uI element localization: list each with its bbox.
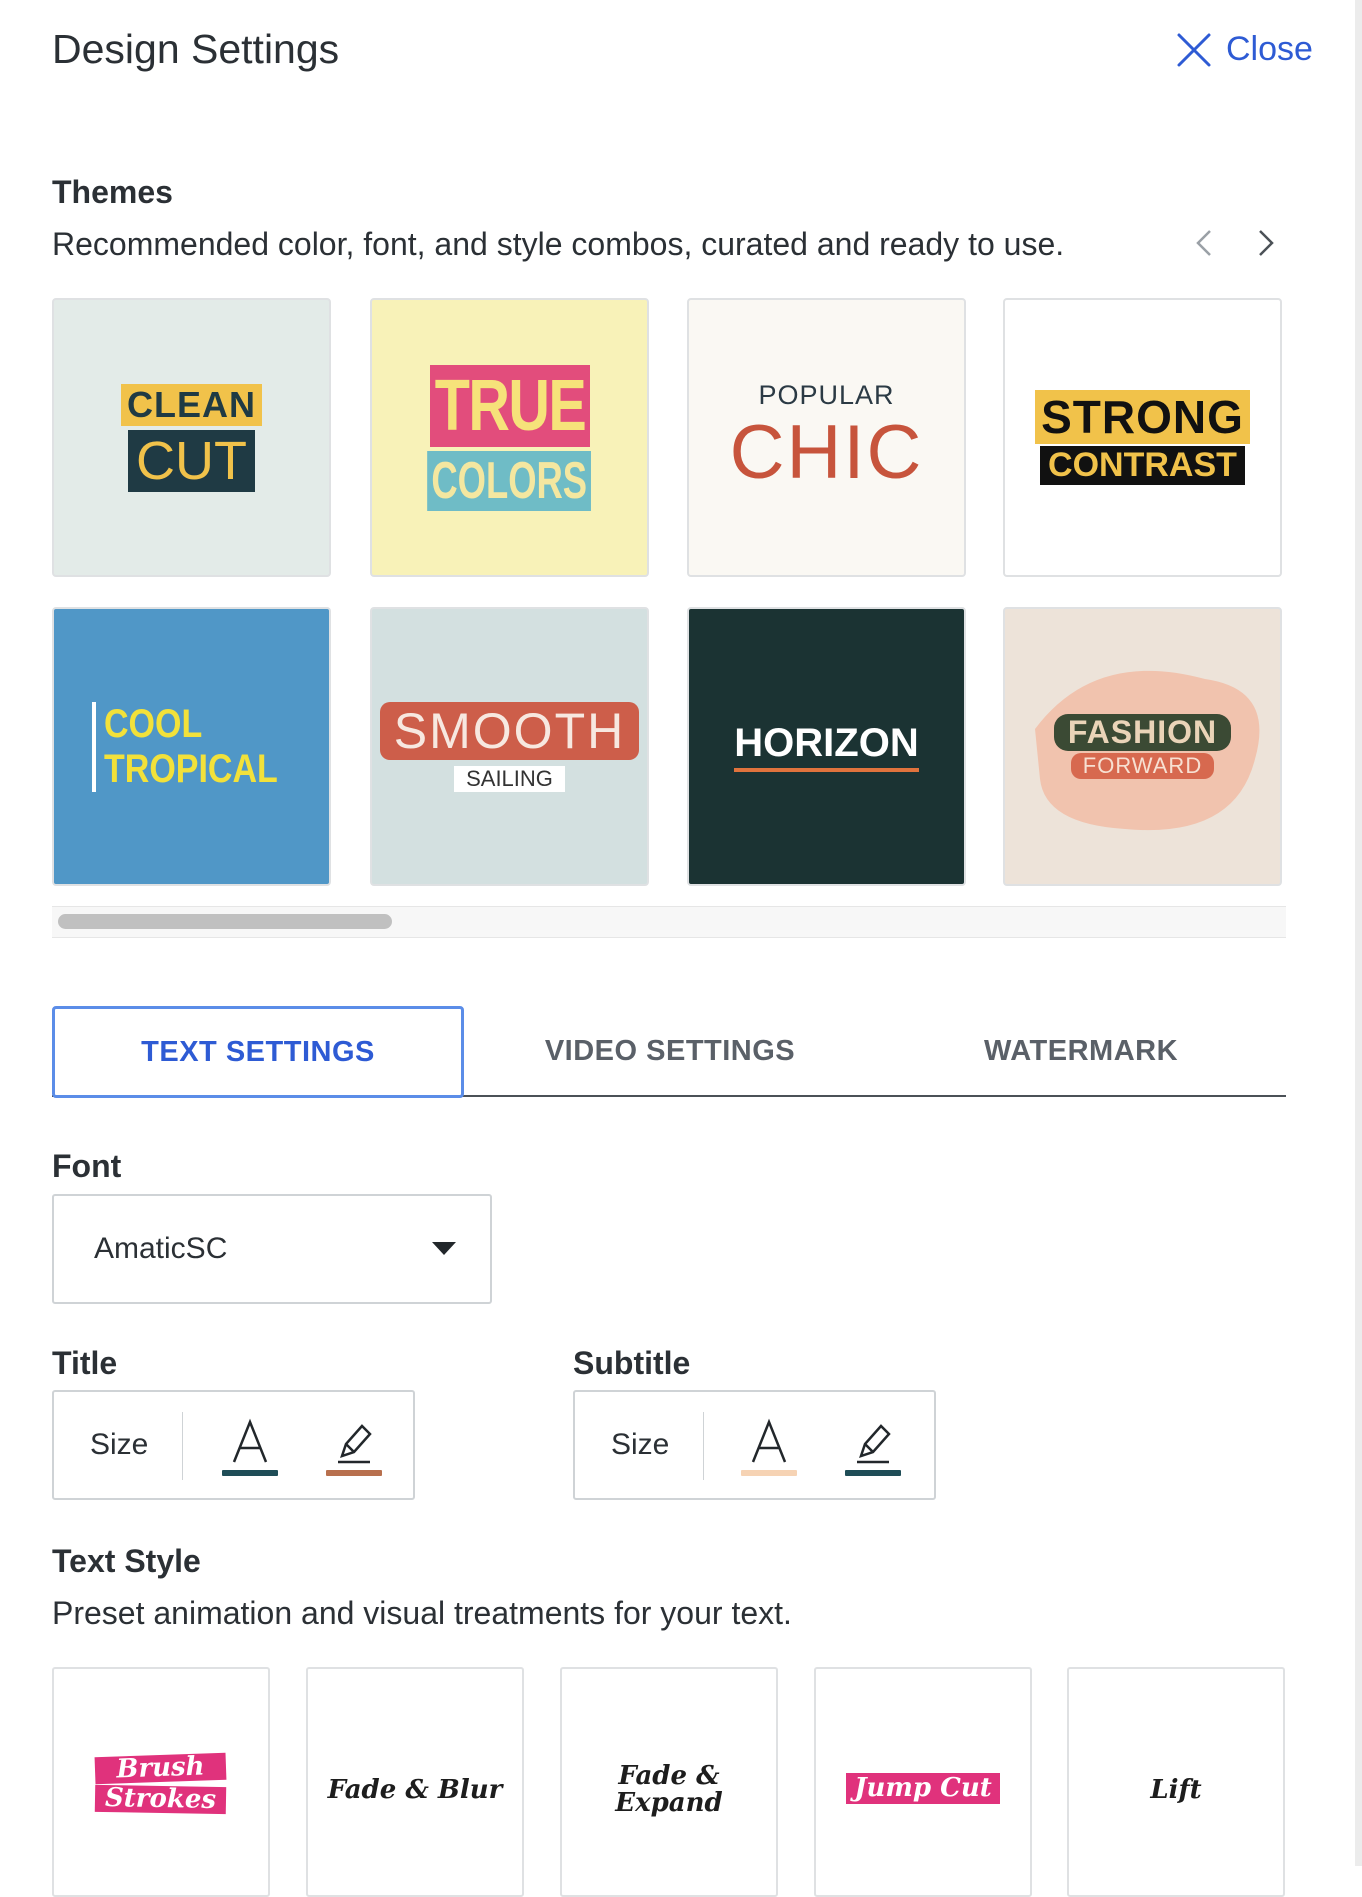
- title-style-controls: Size: [52, 1390, 415, 1500]
- text-style-jump-cut[interactable]: Jump Cut: [814, 1667, 1032, 1897]
- title-highlight-color-swatch: [326, 1470, 382, 1476]
- theme-card-fashion-forward[interactable]: FASHION FORWARD: [1003, 607, 1282, 886]
- text-style-line1: Jump Cut: [846, 1773, 1000, 1805]
- themes-description: Recommended color, font, and style combo…: [52, 226, 1065, 262]
- font-select[interactable]: AmaticSC: [52, 1194, 492, 1304]
- chevron-left-icon[interactable]: [1192, 228, 1216, 258]
- theme-line2: CONTRAST: [1040, 446, 1245, 485]
- title-highlight-color-button[interactable]: [326, 1418, 382, 1476]
- theme-line2: CHIC: [729, 409, 924, 495]
- text-style-fade-blur[interactable]: Fade & Blur: [306, 1667, 524, 1897]
- theme-line1: SMOOTH: [379, 701, 640, 760]
- page-title: Design Settings: [52, 26, 340, 72]
- text-style-fade-expand[interactable]: Fade & Expand: [560, 1667, 778, 1897]
- subtitle-highlight-color-swatch: [845, 1470, 901, 1476]
- theme-line2: CUT: [128, 429, 255, 492]
- title-text-color-button[interactable]: [222, 1418, 278, 1476]
- divider: [182, 1412, 183, 1480]
- theme-line1: COOL: [104, 701, 203, 746]
- theme-card-smooth-sailing[interactable]: SMOOTH SAILING: [370, 607, 649, 886]
- title-label: Title: [52, 1345, 118, 1381]
- theme-card-clean-cut[interactable]: CLEAN CUT: [52, 298, 331, 577]
- subtitle-text-color-button[interactable]: [741, 1418, 797, 1476]
- text-style-brush-strokes[interactable]: Brush Strokes: [52, 1667, 270, 1897]
- text-style-line1: Brush: [95, 1751, 227, 1785]
- close-button[interactable]: Close: [1176, 30, 1313, 69]
- title-size-button[interactable]: Size: [90, 1428, 148, 1462]
- text-color-icon: [751, 1418, 787, 1463]
- subtitle-label: Subtitle: [573, 1345, 691, 1381]
- theme-line1: POPULAR: [758, 379, 895, 410]
- text-style-line1: Lift: [1150, 1775, 1202, 1805]
- tab-text-settings[interactable]: TEXT SETTINGS: [52, 1006, 464, 1098]
- theme-line1: TRUE: [429, 364, 590, 447]
- text-style-lift[interactable]: Lift: [1067, 1667, 1285, 1897]
- theme-card-horizon[interactable]: HORIZON: [687, 607, 966, 886]
- theme-card-true-colors[interactable]: TRUE COLORS: [370, 298, 649, 577]
- caret-down-icon: [432, 1242, 456, 1255]
- highlighter-icon: [338, 1424, 372, 1464]
- font-select-value: AmaticSC: [94, 1232, 228, 1265]
- subtitle-highlight-color-button[interactable]: [845, 1418, 901, 1476]
- theme-line1: FASHION: [1053, 714, 1232, 751]
- text-style-title: Text Style: [52, 1543, 201, 1579]
- theme-card-popular-chic[interactable]: POPULAR CHIC: [687, 298, 966, 577]
- subtitle-size-button[interactable]: Size: [611, 1428, 669, 1462]
- theme-line1: STRONG: [1035, 390, 1250, 444]
- title-text-color-swatch: [222, 1470, 278, 1476]
- page-scrollbar[interactable]: [1355, 0, 1362, 1866]
- text-color-icon: [232, 1418, 268, 1463]
- divider: [703, 1412, 704, 1480]
- subtitle-style-controls: Size: [573, 1390, 936, 1500]
- chevron-right-icon[interactable]: [1254, 228, 1278, 258]
- tab-watermark[interactable]: WATERMARK: [876, 1006, 1286, 1096]
- text-style-line2: Strokes: [95, 1783, 227, 1815]
- close-label: Close: [1226, 30, 1313, 68]
- theme-line2: SAILING: [454, 765, 565, 792]
- theme-line2: TROPICAL: [104, 746, 278, 791]
- text-style-line2: Expand: [615, 1788, 723, 1819]
- themes-title: Themes: [52, 174, 173, 210]
- font-label: Font: [52, 1148, 122, 1184]
- subtitle-text-color-swatch: [741, 1470, 797, 1476]
- theme-line2: COLORS: [427, 450, 592, 511]
- text-style-description: Preset animation and visual treatments f…: [52, 1595, 792, 1631]
- theme-line2: FORWARD: [1070, 753, 1215, 779]
- close-icon: [1177, 33, 1211, 66]
- text-style-line1: Fade & Blur: [327, 1775, 503, 1805]
- theme-line1: CLEAN: [121, 383, 262, 426]
- theme-line1: HORIZON: [734, 721, 919, 772]
- theme-card-strong-contrast[interactable]: STRONG CONTRAST: [1003, 298, 1282, 577]
- tab-video-settings[interactable]: VIDEO SETTINGS: [464, 1006, 876, 1096]
- text-style-line1: Fade &: [618, 1761, 720, 1791]
- highlighter-icon: [857, 1424, 891, 1464]
- theme-card-cool-tropical[interactable]: COOL TROPICAL: [52, 607, 331, 886]
- themes-scrollbar-thumb[interactable]: [58, 914, 392, 929]
